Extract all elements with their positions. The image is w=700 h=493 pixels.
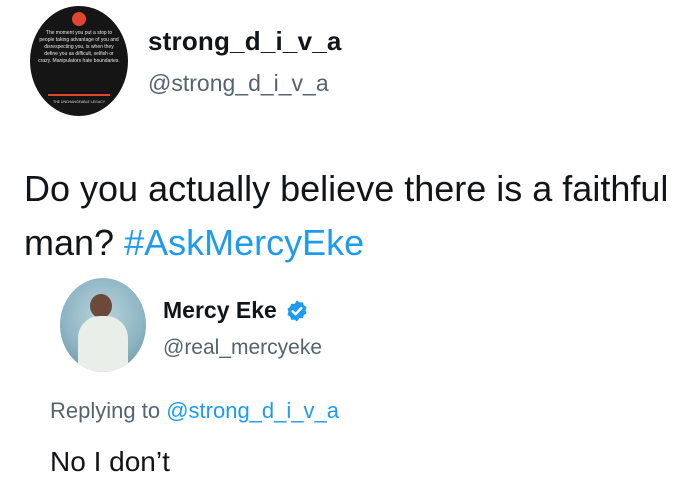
avatar-figure-head: [90, 294, 112, 318]
verified-badge-icon: [287, 300, 307, 321]
original-tweet-text: Do you actually believe there is a faith…: [24, 162, 684, 270]
reply-author-handle[interactable]: @real_mercyeke: [163, 336, 322, 360]
replying-to-label: Replying to: [50, 398, 161, 423]
avatar-caption: THE UNCHANGEABLE LEGACY: [52, 100, 106, 104]
avatar-figure-body: [78, 316, 128, 372]
reply-author-name[interactable]: Mercy Eke: [163, 297, 277, 324]
replying-to-line: Replying to @strong_d_i_v_a: [50, 398, 339, 424]
avatar-red-dot: [72, 12, 86, 26]
hashtag-link[interactable]: #AskMercyEke: [124, 222, 364, 263]
original-author-avatar[interactable]: The moment you put a stop to people taki…: [30, 6, 128, 116]
reply-author-avatar[interactable]: [60, 278, 146, 372]
reply-author-name-row[interactable]: Mercy Eke: [163, 297, 309, 324]
replying-to-mention-link[interactable]: @strong_d_i_v_a: [166, 398, 339, 423]
avatar-divider: [48, 94, 110, 96]
reply-tweet-text: No I don’t: [50, 446, 170, 477]
avatar-quote-text: The moment you put a stop to people taki…: [38, 30, 120, 64]
original-author-name[interactable]: strong_d_i_v_a: [148, 26, 342, 57]
original-author-handle[interactable]: @strong_d_i_v_a: [148, 70, 329, 97]
